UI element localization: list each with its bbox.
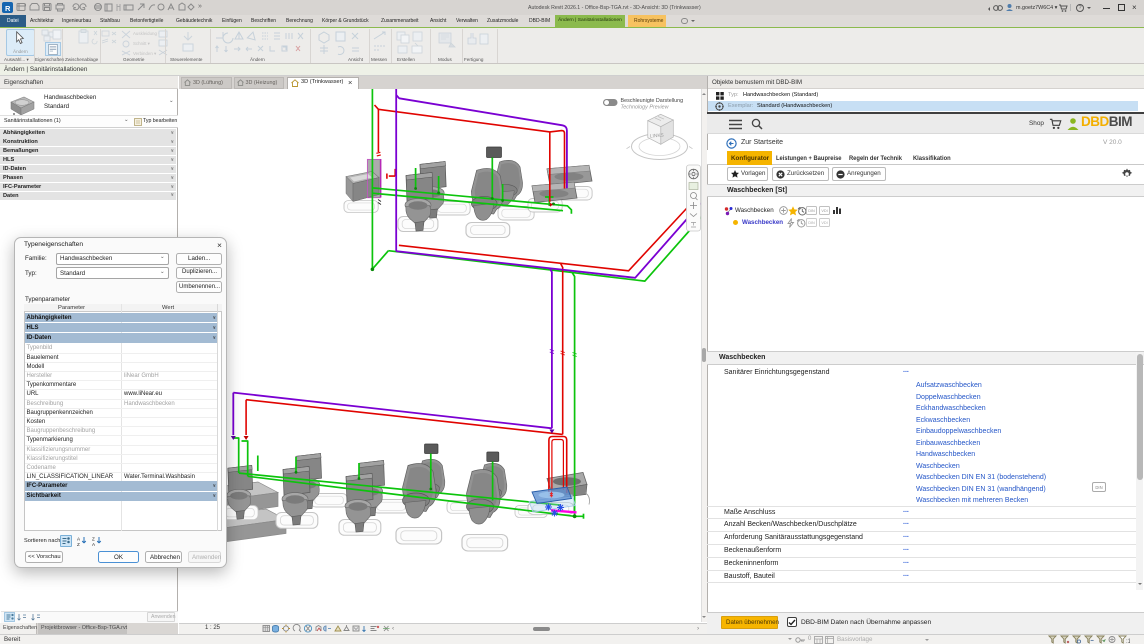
svg-text:A: A <box>92 542 96 546</box>
svg-text:Technology Preview: Technology Preview <box>621 104 670 110</box>
svg-text:A: A <box>77 537 81 542</box>
svg-text:Beschleunigte Darstellung: Beschleunigte Darstellung <box>621 98 684 104</box>
svg-text:Z: Z <box>77 542 80 546</box>
svg-text:LINKS: LINKS <box>650 132 664 139</box>
svg-text:Z: Z <box>92 537 95 542</box>
svg-text::1: :1 <box>1126 639 1130 644</box>
